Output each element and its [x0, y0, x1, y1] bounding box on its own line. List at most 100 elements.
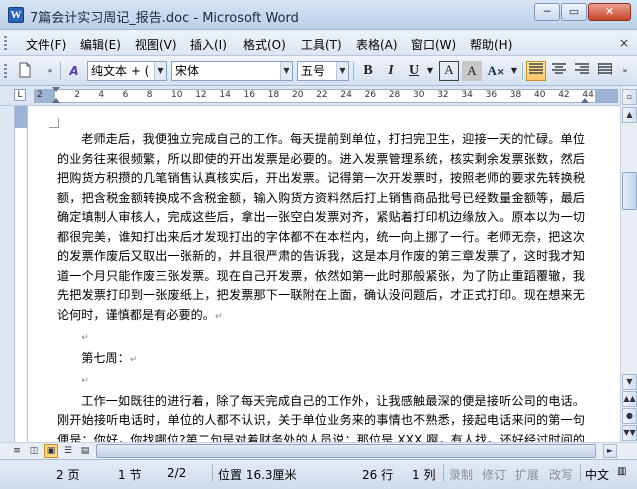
ruler-number: 18: [267, 90, 280, 100]
select-browse-object-button[interactable]: ●: [622, 408, 637, 424]
ruler-number: 42: [558, 90, 570, 100]
horizontal-scroll-thumb[interactable]: [96, 444, 596, 458]
menu-view[interactable]: 视图(V): [135, 36, 177, 53]
ruler-number: 20: [292, 90, 304, 100]
menu-file[interactable]: 文件(F): [26, 36, 66, 53]
status-page-of[interactable]: 2/2: [167, 466, 186, 480]
menu-grip[interactable]: [4, 36, 7, 50]
status-line[interactable]: 26 行: [362, 466, 393, 483]
paragraph[interactable]: ↵: [57, 370, 585, 392]
status-extend-selection[interactable]: 扩展: [515, 466, 539, 483]
font-select[interactable]: 宋体 ▼: [171, 61, 293, 81]
paragraph[interactable]: 工作一如既往的进行着，除了每天完成自己的工作外，让我感触最深的便是接听公司的电话…: [57, 392, 585, 443]
week-heading[interactable]: 第七周：↵: [57, 349, 585, 371]
paragraph[interactable]: ↵: [57, 327, 585, 349]
ruler-number: 30: [413, 90, 425, 100]
status-track-changes[interactable]: 修订: [482, 466, 506, 483]
status-overtype[interactable]: 改写: [549, 466, 573, 483]
outline-view-button[interactable]: ☰: [61, 444, 75, 458]
right-indent-marker[interactable]: [581, 98, 589, 103]
ruler-number: 10: [171, 90, 183, 100]
horizontal-ruler[interactable]: 2 2 4 6 8 10 12 14 16 18 20 22 24 26 28 30 32 34 36 38 40 42 4…: [34, 87, 618, 103]
italic-button[interactable]: I: [381, 61, 401, 81]
toolbar-more-chevron-icon[interactable]: »: [618, 61, 632, 81]
web-layout-view-button[interactable]: ◫: [27, 444, 41, 458]
ruler-number: 34: [461, 90, 473, 100]
document-body[interactable]: 老师走后，我便独立完成自己的工作。每天提前到单位，打扫完卫生，迎接一天的忙碌。单…: [57, 130, 585, 442]
next-page-button[interactable]: ▼▼: [622, 425, 637, 441]
menu-edit[interactable]: 编辑(E): [80, 36, 121, 53]
ruler-number: 40: [534, 90, 546, 100]
vertical-scroll-thumb[interactable]: [622, 172, 637, 210]
paragraph-mark-icon: ↵: [81, 376, 89, 386]
minimize-button[interactable]: ─: [534, 3, 560, 21]
normal-view-button[interactable]: ≡: [10, 444, 24, 458]
menu-bar: 文件(F) 编辑(E) 视图(V) 插入(I) 格式(O) 工具(T) 表格(A…: [0, 30, 637, 56]
bold-button[interactable]: B: [358, 61, 378, 81]
vertical-ruler-margin: [15, 106, 27, 128]
toolbar-options-chevron-icon[interactable]: »: [44, 61, 56, 81]
hanging-indent-marker[interactable]: [52, 98, 60, 103]
paragraph-mark-icon: ↵: [129, 354, 138, 365]
underline-options-chevron-icon[interactable]: ▼: [424, 61, 436, 81]
style-select-value: 纯文本 + (: [91, 64, 150, 78]
menu-window[interactable]: 窗口(W): [411, 36, 456, 53]
menu-table[interactable]: 表格(A): [356, 36, 398, 53]
font-size-select[interactable]: 五号 ▼: [297, 61, 349, 81]
align-justify-button[interactable]: [526, 61, 546, 81]
paragraph[interactable]: 老师走后，我便独立完成自己的工作。每天提前到单位，打扫完卫生，迎接一天的忙碌。单…: [57, 130, 585, 327]
previous-page-button[interactable]: ▲▲: [622, 391, 637, 407]
new-document-icon: [19, 62, 31, 78]
align-center-icon: [552, 63, 566, 74]
spelling-status-icon[interactable]: ▥: [617, 466, 626, 477]
close-window-button[interactable]: ✕: [588, 3, 631, 21]
menu-help[interactable]: 帮助(H): [470, 36, 512, 53]
character-border-button[interactable]: A: [439, 61, 459, 81]
ruler-toggle-button[interactable]: ▫: [622, 89, 637, 105]
toolbar-grip[interactable]: [4, 64, 7, 78]
ruler-number: 36: [485, 90, 498, 100]
status-separator: [212, 464, 213, 482]
print-layout-view-button[interactable]: ▣: [44, 444, 58, 458]
status-section[interactable]: 1 节: [118, 466, 141, 483]
new-document-button[interactable]: [12, 61, 38, 81]
align-center-button[interactable]: [549, 61, 569, 81]
status-language[interactable]: 中文: [585, 466, 609, 483]
status-record-macro[interactable]: 录制: [449, 466, 473, 483]
character-scaling-button[interactable]: A✕: [485, 61, 507, 81]
toolbar-separator: [353, 62, 354, 80]
ruler-number: 32: [437, 90, 449, 100]
reading-layout-view-button[interactable]: ▤: [78, 444, 92, 458]
styles-pane-icon[interactable]: A: [64, 61, 84, 81]
formatting-toolbar: » A 纯文本 + ( ▼ 宋体 ▼ 五号 ▼ B I U ▼ A A A✕ ▼…: [0, 56, 637, 86]
status-position[interactable]: 位置 16.3厘米: [218, 466, 297, 483]
menu-insert[interactable]: 插入(I): [190, 36, 227, 53]
word-app-icon[interactable]: W: [8, 7, 24, 23]
tab-selector[interactable]: L: [14, 89, 26, 101]
character-scaling-icon: A: [487, 63, 497, 78]
close-document-button[interactable]: ×: [619, 36, 629, 50]
scroll-right-button[interactable]: ►: [603, 444, 617, 458]
horizontal-scroll-row: ≡ ◫ ▣ ☰ ▤ ◄ ►: [0, 442, 637, 459]
status-column[interactable]: 1 列: [412, 466, 435, 483]
document-page[interactable]: 老师走后，我便独立完成自己的工作。每天提前到单位，打扫完卫生，迎接一天的忙碌。单…: [29, 106, 620, 442]
underline-button[interactable]: U: [404, 61, 424, 81]
distributed-align-button[interactable]: [595, 61, 615, 81]
ruler-number: 4: [98, 90, 105, 100]
scroll-down-button[interactable]: ▼: [622, 374, 637, 390]
menu-format[interactable]: 格式(O): [243, 36, 286, 53]
chevron-down-icon: ▼: [280, 62, 292, 80]
status-page[interactable]: 2 页: [56, 466, 79, 483]
distributed-align-icon: [597, 63, 613, 75]
vertical-ruler[interactable]: [14, 106, 28, 442]
align-right-button[interactable]: [572, 61, 592, 81]
character-shading-button[interactable]: A: [462, 61, 482, 81]
maximize-button[interactable]: ▭: [561, 3, 587, 21]
vertical-scrollbar[interactable]: ▫ ▲ ▼ ▲▲ ● ▼▼: [620, 86, 637, 442]
style-select[interactable]: 纯文本 + ( ▼: [87, 61, 167, 81]
scaling-options-chevron-icon[interactable]: ▼: [508, 61, 520, 81]
menu-tools[interactable]: 工具(T): [301, 36, 342, 53]
font-select-value: 宋体: [175, 64, 200, 78]
scroll-up-button[interactable]: ▲: [622, 107, 637, 123]
first-line-indent-marker[interactable]: [52, 87, 60, 92]
